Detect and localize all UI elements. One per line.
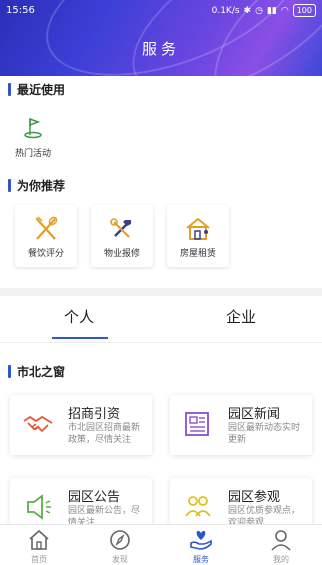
section-marker xyxy=(8,83,11,96)
card-title: 园区参观 xyxy=(228,490,281,505)
tabbar-label: 发现 xyxy=(112,555,128,564)
recommend-section-title: 为你推荐 xyxy=(8,177,65,194)
recommend-item-house-rent[interactable]: 房屋租赁 xyxy=(167,205,229,267)
tabbar-label: 我的 xyxy=(273,555,289,564)
card-title: 园区公告 xyxy=(68,490,121,505)
network-speed: 0.1K/s xyxy=(211,5,240,16)
home-icon xyxy=(29,529,49,550)
newspaper-icon xyxy=(185,412,209,436)
recent-item-label: 热门活动 xyxy=(14,149,51,159)
tabbar-label: 首页 xyxy=(31,555,47,564)
window-title-text: 市北之窗 xyxy=(17,365,66,379)
megaphone-icon xyxy=(27,494,51,520)
status-time: 15:56 xyxy=(6,5,35,16)
card-park-news[interactable]: 园区新闻 园区最新动态实时更新 xyxy=(170,395,312,455)
golf-flag-icon xyxy=(24,117,42,139)
tabbar-item-service[interactable]: 服务 xyxy=(171,529,231,565)
card-title: 招商引资 xyxy=(68,407,121,422)
card-investment[interactable]: 招商引资 市北园区招商最新政策，尽情关注 xyxy=(10,395,152,455)
recommend-item-label: 房屋租赁 xyxy=(179,249,216,259)
tabbar-item-discover[interactable]: 发现 xyxy=(90,529,150,565)
tabbar-item-home[interactable]: 首页 xyxy=(9,529,69,565)
bluetooth-icon: ✱ xyxy=(243,5,252,16)
header: 15:56 0.1K/s ✱ ◷ ▮▮ ◠ 100 服务 xyxy=(0,0,322,76)
recent-item-hot-activity[interactable]: 热门活动 xyxy=(8,116,58,159)
tabbar-label: 服务 xyxy=(193,555,209,564)
user-icon xyxy=(271,530,291,551)
tabbar-item-mine[interactable]: 我的 xyxy=(251,529,311,565)
visitors-icon xyxy=(185,496,211,517)
section-marker xyxy=(8,179,11,192)
page-title: 服务 xyxy=(141,40,180,58)
bottom-tab-bar: 首页 发现 服务 我的 xyxy=(0,524,322,565)
card-desc: 园区最新动态实时更新 xyxy=(228,423,301,445)
repair-tools-icon xyxy=(110,218,131,238)
battery-icon: 100 xyxy=(292,4,316,17)
alarm-icon: ◷ xyxy=(255,5,263,16)
recent-title-text: 最近使用 xyxy=(17,83,66,97)
handshake-icon xyxy=(23,415,53,433)
recommend-item-label: 餐饮评分 xyxy=(27,249,64,259)
fork-knife-icon xyxy=(35,216,58,240)
card-desc: 市北园区招商最新政策，尽情关注 xyxy=(68,423,141,445)
status-bar: 15:56 0.1K/s ✱ ◷ ▮▮ ◠ 100 xyxy=(0,0,322,22)
tab-enterprise[interactable]: 企业 xyxy=(226,306,256,327)
recent-section-title: 最近使用 xyxy=(8,81,65,98)
card-title: 园区新闻 xyxy=(228,407,281,422)
section-divider xyxy=(0,288,322,296)
compass-icon xyxy=(110,530,130,550)
tab-active-indicator xyxy=(52,337,108,339)
tabs-divider xyxy=(0,342,322,343)
recommend-title-text: 为你推荐 xyxy=(17,179,66,193)
wifi-icon: ◠ xyxy=(280,5,289,16)
house-rent-icon xyxy=(186,217,210,240)
recommend-item-label: 物业报修 xyxy=(103,249,140,259)
tab-personal[interactable]: 个人 xyxy=(64,306,94,327)
signal-icon: ▮▮ xyxy=(266,5,277,16)
recommend-item-dining-rating[interactable]: 餐饮评分 xyxy=(15,205,77,267)
window-section-title: 市北之窗 xyxy=(8,363,65,380)
recommend-item-property-repair[interactable]: 物业报修 xyxy=(91,205,153,267)
service-hand-heart-icon xyxy=(190,530,212,550)
section-marker xyxy=(8,365,11,378)
